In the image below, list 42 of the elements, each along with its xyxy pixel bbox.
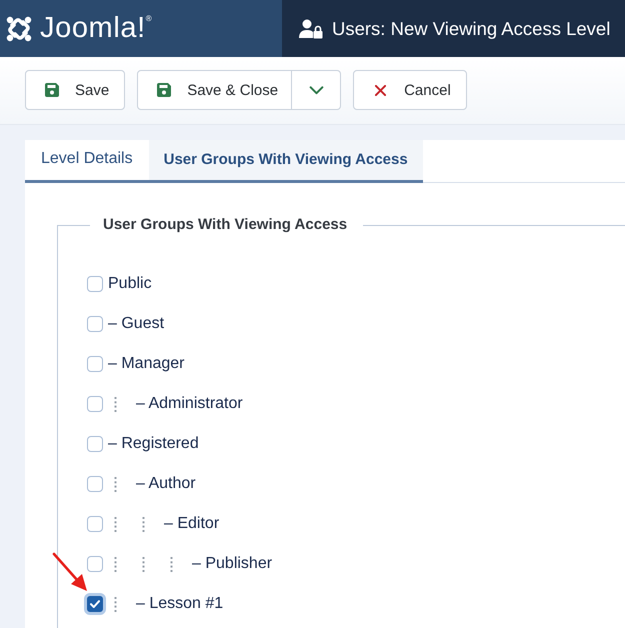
dotted-line-icon xyxy=(142,516,145,532)
checkbox[interactable] xyxy=(87,476,103,492)
fieldset-legend: User Groups With Viewing Access xyxy=(90,215,364,235)
group-name: – Administrator xyxy=(136,395,243,413)
checkbox[interactable] xyxy=(87,356,103,372)
dotted-line-icon xyxy=(114,476,117,492)
tab[interactable]: User Groups With Viewing Access xyxy=(148,140,423,183)
chevron-down-icon xyxy=(308,86,324,94)
group-name: – Registered xyxy=(108,435,199,453)
logo-icon[interactable] xyxy=(5,14,33,42)
checkbox[interactable] xyxy=(87,436,103,452)
group-name: – Manager xyxy=(108,355,184,373)
group-name: – Guest xyxy=(108,315,164,333)
checkbox[interactable] xyxy=(87,316,103,332)
group-name: – Publisher xyxy=(192,555,272,573)
group-name: Public xyxy=(108,275,152,293)
dotted-line-icon xyxy=(114,596,117,612)
save-close-button[interactable]: Save & Close xyxy=(137,70,292,110)
close-icon xyxy=(375,84,386,96)
page-title: Users: New Viewing Access Level xyxy=(332,18,610,40)
pointer-arrow xyxy=(52,552,88,592)
dotted-line-icon xyxy=(142,556,145,572)
dotted-line-icon xyxy=(114,556,117,572)
group-name: – Lesson #1 xyxy=(136,595,224,613)
checkbox[interactable] xyxy=(87,516,103,532)
save-icon xyxy=(45,83,59,97)
checkmark-icon xyxy=(90,600,100,608)
checkbox[interactable] xyxy=(87,556,103,572)
save-icon xyxy=(157,83,172,97)
dotted-line-icon xyxy=(170,556,173,572)
dotted-line-icon xyxy=(114,516,117,532)
checkbox[interactable] xyxy=(84,593,106,615)
group-name: – Editor xyxy=(164,515,220,533)
group-name: – Author xyxy=(136,475,196,493)
checkbox[interactable] xyxy=(87,396,103,412)
dropdown-toggle[interactable] xyxy=(292,70,342,110)
save-button[interactable]: Save xyxy=(25,70,126,110)
logo-text[interactable]: Joomla!$^{®}$ xyxy=(40,14,152,43)
checkbox[interactable] xyxy=(87,276,103,292)
cancel-button[interactable]: Cancel xyxy=(353,70,467,110)
dotted-line-icon xyxy=(114,396,117,412)
user-lock-icon xyxy=(299,18,323,38)
